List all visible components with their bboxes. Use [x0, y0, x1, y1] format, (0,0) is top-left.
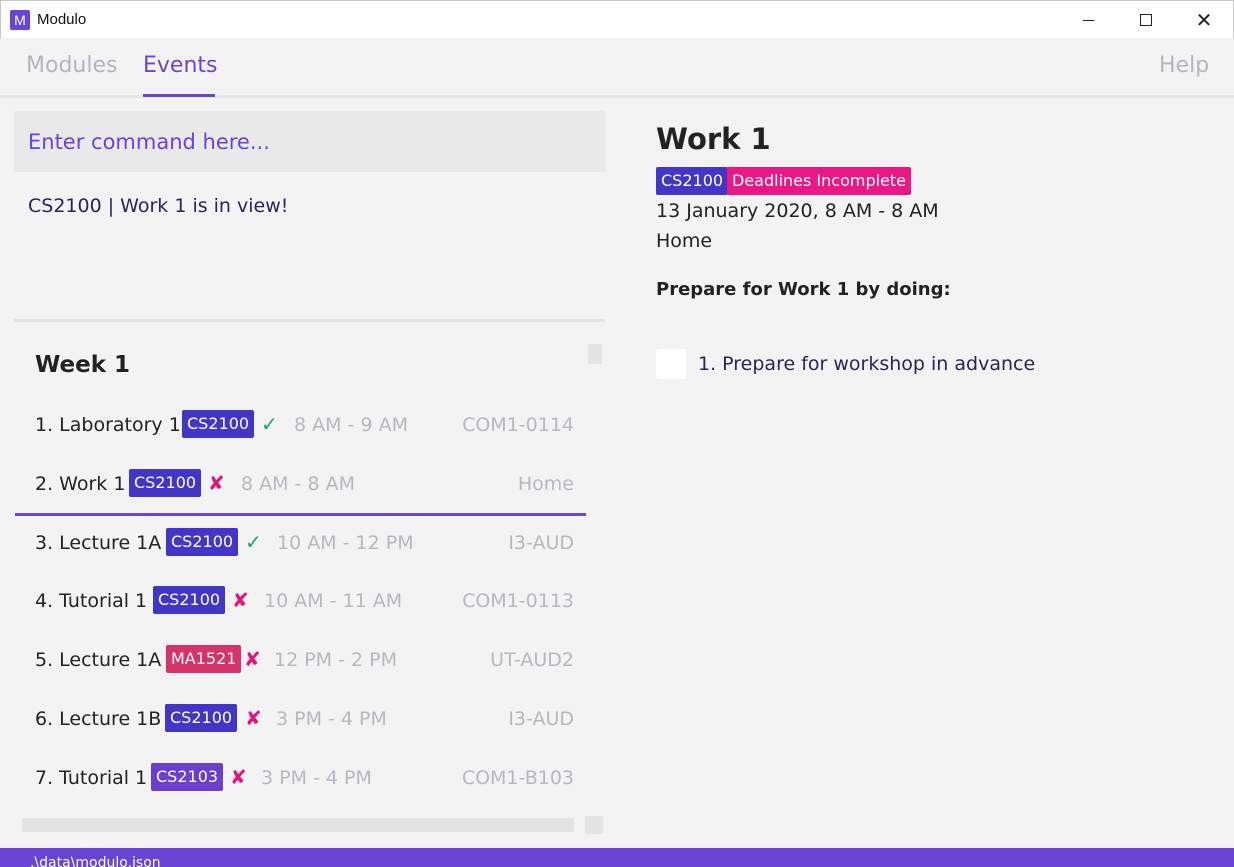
event-time: 10 AM - 11 AM — [264, 590, 403, 612]
close-button[interactable]: ✕ — [1175, 1, 1233, 39]
horizontal-scrollbar[interactable] — [22, 818, 574, 832]
detail-module-tag: CS2100 — [656, 167, 729, 195]
help-button[interactable]: Help — [1159, 53, 1209, 78]
command-box — [14, 111, 605, 172]
check-icon: ✓ — [261, 412, 278, 436]
tab-modules[interactable]: Modules — [26, 53, 117, 78]
event-name: 2. Work 1 — [35, 473, 126, 495]
event-row-4[interactable]: 4. Tutorial 1 CS2100 ✘ 10 AM - 11 AM COM… — [15, 577, 586, 633]
task-label: 1. Prepare for workshop in advance — [698, 353, 1036, 375]
module-tag: CS2100 — [182, 410, 255, 438]
module-tag: MA1521 — [166, 645, 242, 673]
cross-icon: ✘ — [232, 588, 249, 612]
module-tag: CS2100 — [153, 586, 226, 614]
active-tab-indicator — [143, 94, 215, 97]
event-venue: COM1-B103 — [461, 767, 574, 789]
week-title: Week 1 — [35, 352, 131, 378]
window-title-bar: M Modulo ✕ — [0, 0, 1234, 38]
event-time: 12 PM - 2 PM — [274, 649, 397, 671]
event-name: 1. Laboratory 1 — [35, 414, 181, 436]
event-time: 8 AM - 9 AM — [294, 414, 408, 436]
vertical-scrollbar[interactable] — [588, 344, 602, 364]
module-tag: CS2100 — [166, 528, 239, 556]
scrollbar-corner — [585, 816, 603, 834]
tab-events[interactable]: Events — [143, 53, 218, 78]
event-name: 3. Lecture 1A — [35, 532, 162, 554]
event-datetime: 13 January 2020, 8 AM - 8 AM — [656, 200, 939, 222]
event-venue: COM1-0113 — [462, 590, 574, 612]
window-title: Modulo — [37, 11, 87, 28]
event-time: 3 PM - 4 PM — [261, 767, 372, 789]
event-venue: I3-AUD — [508, 532, 574, 554]
detail-status-tag: Deadlines Incomplete — [727, 167, 912, 195]
event-time: 10 AM - 12 PM — [277, 532, 414, 554]
event-name: 5. Lecture 1A — [35, 649, 162, 671]
event-location: Home — [656, 230, 713, 252]
check-icon: ✓ — [245, 530, 262, 554]
close-icon: ✕ — [1195, 8, 1213, 32]
minimize-button[interactable] — [1059, 1, 1117, 39]
maximize-button[interactable] — [1117, 1, 1175, 39]
app-logo-icon: M — [10, 10, 30, 30]
event-row-5[interactable]: 5. Lecture 1A MA1521 ✘ 12 PM - 2 PM UT-A… — [15, 636, 586, 692]
cross-icon: ✘ — [245, 706, 262, 730]
event-venue: I3-AUD — [508, 708, 574, 730]
event-row-2[interactable]: 2. Work 1 CS2100 ✘ 8 AM - 8 AM Home — [15, 460, 586, 516]
cross-icon: ✘ — [208, 471, 225, 495]
event-row-1[interactable]: 1. Laboratory 1 CS2100 ✓ 8 AM - 9 AM COM… — [15, 401, 586, 457]
event-row-3[interactable]: 3. Lecture 1A CS2100 ✓ 10 AM - 12 PM I3-… — [15, 519, 586, 575]
status-bar: .\data\modulo.json — [0, 848, 1234, 867]
event-venue: UT-AUD2 — [490, 649, 574, 671]
module-tag: CS2103 — [151, 763, 224, 791]
event-row-6[interactable]: 6. Lecture 1B CS2100 ✘ 3 PM - 4 PM I3-AU… — [15, 695, 586, 751]
event-venue: Home — [517, 473, 574, 495]
cross-icon: ✘ — [230, 765, 247, 789]
tab-bar: Modules Events Help — [0, 38, 1234, 98]
event-time: 8 AM - 8 AM — [241, 473, 355, 495]
minimize-icon — [1082, 19, 1094, 21]
maximize-icon — [1140, 14, 1152, 26]
task-checkbox[interactable] — [656, 349, 686, 379]
module-tag: CS2100 — [129, 469, 202, 497]
divider — [14, 319, 605, 322]
event-name: 4. Tutorial 1 — [35, 590, 148, 612]
event-row-7[interactable]: 7. Tutorial 1 CS2103 ✘ 3 PM - 4 PM COM1-… — [15, 754, 586, 810]
event-detail-title: Work 1 — [656, 122, 771, 156]
event-venue: COM1-0114 — [462, 414, 574, 436]
cross-icon: ✘ — [244, 647, 261, 671]
event-name: 6. Lecture 1B — [35, 708, 162, 730]
save-file-path: .\data\modulo.json — [30, 855, 161, 867]
result-message: CS2100 | Work 1 is in view! — [28, 195, 289, 217]
prep-heading: Prepare for Work 1 by doing: — [656, 279, 951, 300]
module-tag: CS2100 — [165, 704, 238, 732]
event-time: 3 PM - 4 PM — [276, 708, 387, 730]
event-name: 7. Tutorial 1 — [35, 767, 148, 789]
command-input[interactable] — [14, 111, 605, 172]
